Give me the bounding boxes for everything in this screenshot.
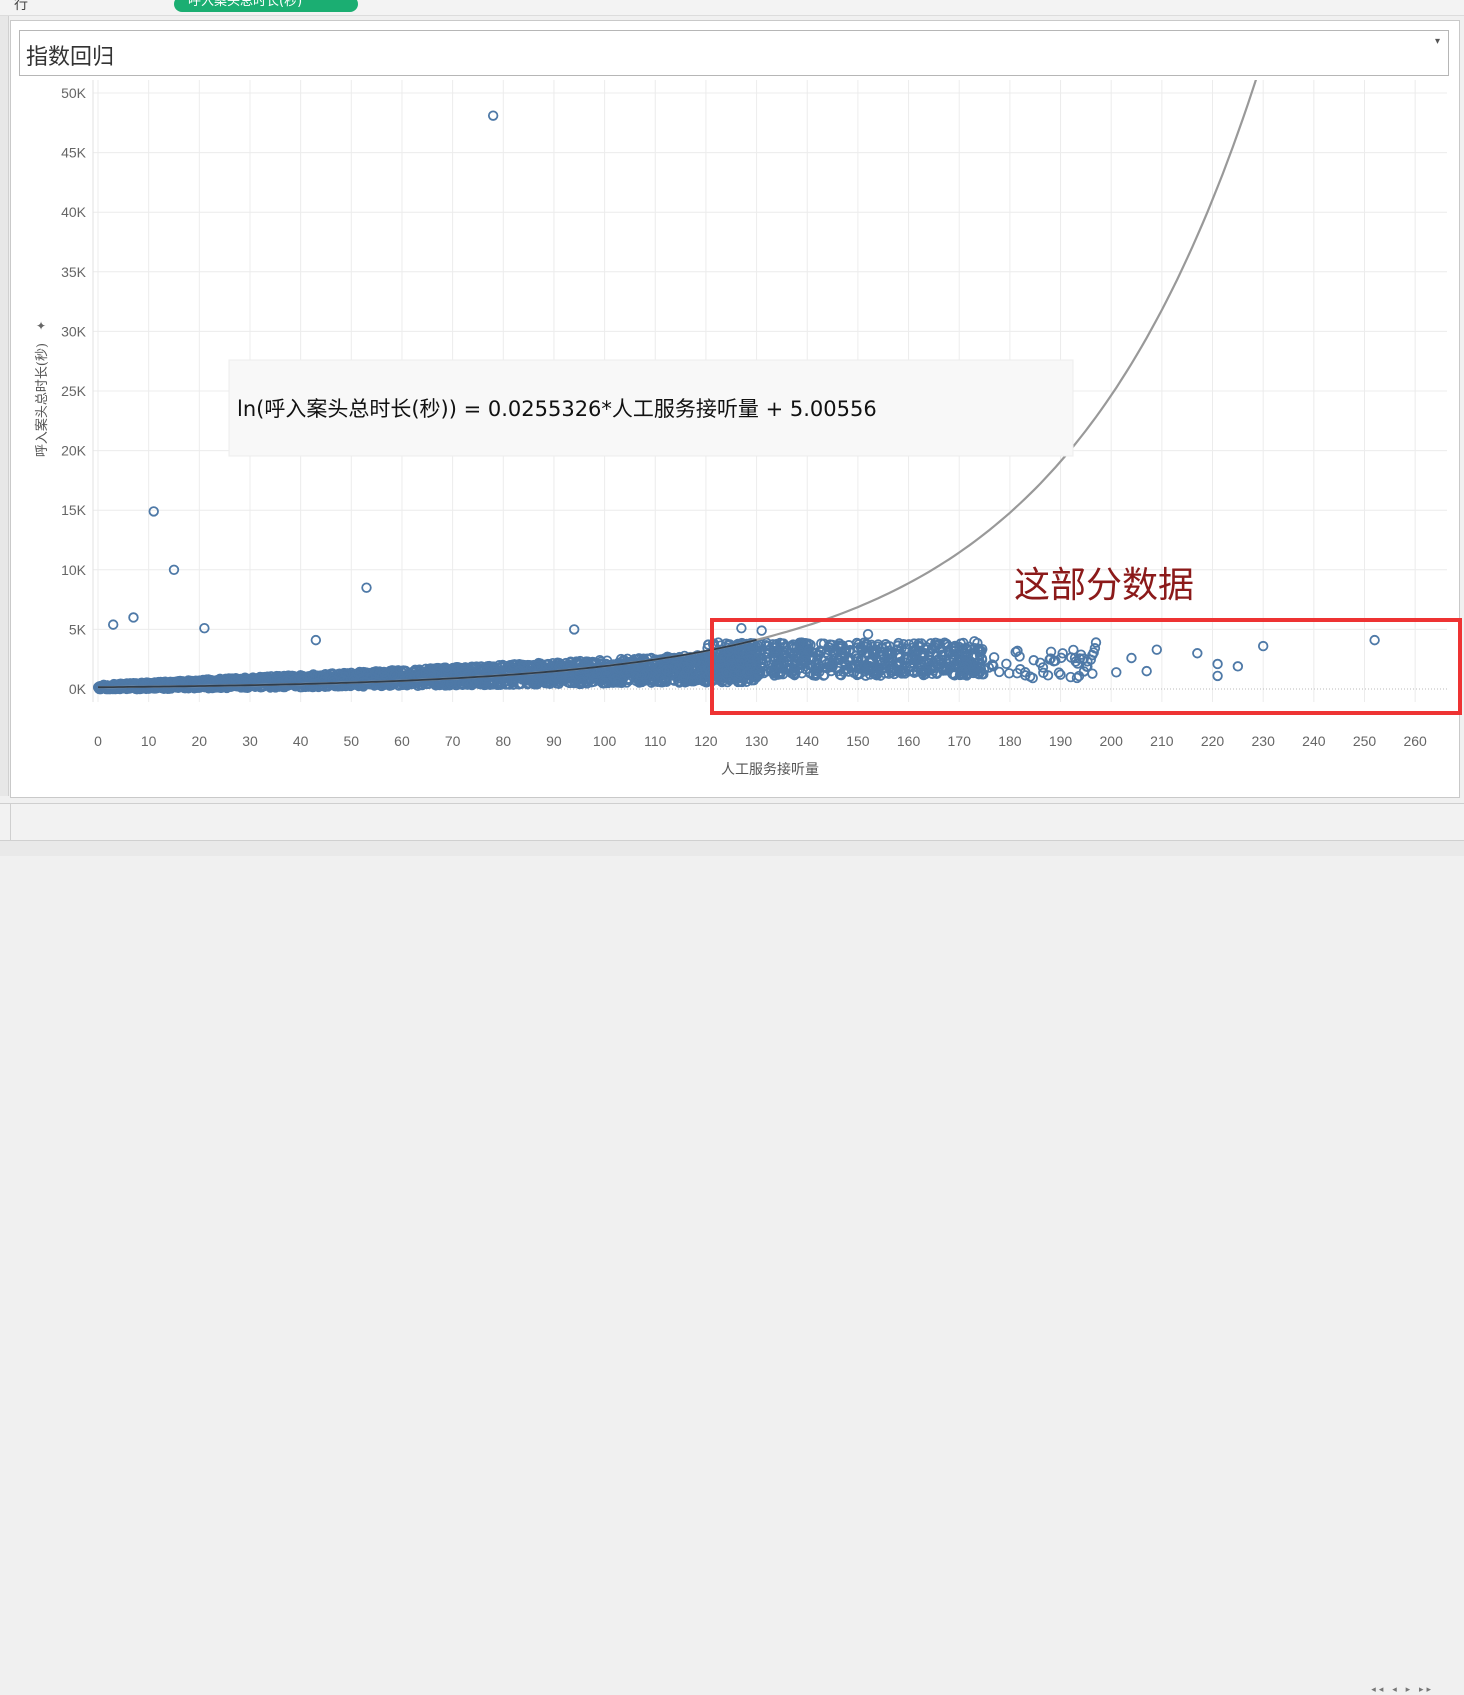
y-tick-label: 15K bbox=[61, 502, 87, 518]
x-tick-label: 90 bbox=[546, 733, 562, 749]
pin-icon: ✦ bbox=[36, 319, 46, 333]
x-tick-label: 30 bbox=[242, 733, 258, 749]
data-point bbox=[199, 623, 210, 634]
x-tick-label: 180 bbox=[998, 733, 1022, 749]
data-point bbox=[1126, 652, 1137, 664]
x-tick-label: 250 bbox=[1353, 733, 1377, 749]
equation-text: ln(呼入案头总时长(秒)) = 0.0255326*人工服务接听量 + 5.0… bbox=[237, 397, 877, 421]
x-tick-label: 150 bbox=[846, 733, 870, 749]
y-tick-label: 40K bbox=[61, 204, 87, 220]
data-point bbox=[1369, 634, 1380, 646]
x-tick-label: 100 bbox=[593, 733, 617, 749]
y-tick-label: 25K bbox=[61, 383, 87, 399]
data-point bbox=[1141, 665, 1152, 677]
x-tick-label: 210 bbox=[1150, 733, 1174, 749]
data-point bbox=[310, 634, 322, 646]
data-point bbox=[862, 628, 874, 640]
data-point bbox=[107, 619, 119, 630]
y-tick-label: 0K bbox=[69, 681, 87, 697]
x-tick-label: 120 bbox=[694, 733, 718, 749]
sheet-tab-bar bbox=[0, 803, 1464, 841]
status-bar: ◂◂ ◂ ▸ ▸▸ bbox=[0, 840, 1464, 1695]
x-tick-label: 110 bbox=[644, 733, 667, 749]
data-point bbox=[1192, 648, 1203, 659]
x-tick-label: 160 bbox=[897, 733, 921, 749]
data-point bbox=[1001, 658, 1012, 670]
x-tick-label: 140 bbox=[796, 733, 820, 749]
data-point bbox=[756, 625, 767, 636]
data-point bbox=[1151, 644, 1162, 655]
data-point bbox=[361, 582, 372, 593]
data-point bbox=[1212, 658, 1223, 670]
y-tick-label: 30K bbox=[61, 323, 87, 339]
y-tick-label: 10K bbox=[61, 562, 87, 578]
scatter-chart: 0 10 20 30 40 50 60 70 80 90 100 110 120 130 140 150 160… bbox=[35, 80, 1462, 778]
x-axis-title: 人工服务接听量 bbox=[721, 761, 819, 778]
x-tick-label: 170 bbox=[948, 733, 972, 749]
data-point bbox=[1232, 661, 1244, 672]
y-tick-label: 35K bbox=[61, 264, 87, 280]
y-axis-title: 呼入案头总时长(秒) bbox=[35, 343, 50, 457]
x-tick-label: 10 bbox=[141, 733, 157, 749]
x-tick-label: 70 bbox=[445, 733, 461, 749]
data-point bbox=[736, 623, 747, 634]
x-tick-label: 220 bbox=[1201, 733, 1225, 749]
x-tick-label: 60 bbox=[394, 733, 410, 749]
x-tick-label: 260 bbox=[1403, 733, 1427, 749]
x-tick-label: 240 bbox=[1302, 733, 1326, 749]
data-point bbox=[1087, 668, 1098, 679]
x-tick-label: 200 bbox=[1100, 733, 1124, 749]
x-tick-label: 130 bbox=[745, 733, 769, 749]
data-point bbox=[1111, 667, 1122, 678]
data-point bbox=[128, 612, 139, 623]
data-point bbox=[1090, 637, 1102, 648]
x-tick-label: 50 bbox=[344, 733, 360, 749]
y-tick-label: 20K bbox=[61, 443, 87, 459]
x-tick-label: 230 bbox=[1252, 733, 1276, 749]
x-tick-label: 0 bbox=[94, 733, 102, 749]
data-point bbox=[1212, 670, 1223, 682]
x-tick-label: 40 bbox=[293, 733, 309, 749]
data-point bbox=[148, 506, 159, 517]
x-tick-label: 190 bbox=[1049, 733, 1073, 749]
tab-bar-divider bbox=[10, 803, 11, 840]
data-point bbox=[487, 110, 499, 121]
y-tick-label: 45K bbox=[61, 145, 87, 161]
y-tick-label: 50K bbox=[61, 85, 87, 101]
sheet-nav-icon[interactable]: ◂◂ ◂ ▸ ▸▸ bbox=[1371, 1685, 1434, 1695]
x-tick-label: 80 bbox=[495, 733, 511, 749]
highlight-label: 这部分数据 bbox=[1014, 565, 1194, 606]
x-tick-label: 20 bbox=[192, 733, 208, 749]
y-tick-label: 5K bbox=[69, 621, 87, 637]
